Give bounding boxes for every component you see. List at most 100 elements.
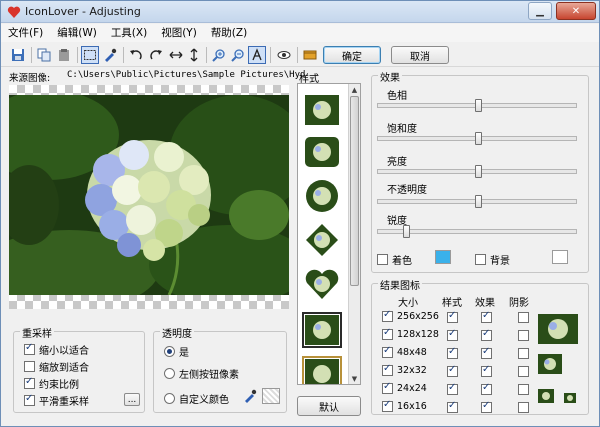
result-style-checkbox[interactable] <box>447 310 458 323</box>
transparency-yes-radio[interactable] <box>164 346 175 357</box>
zoom-in-button[interactable] <box>210 46 228 64</box>
styles-scrollbar[interactable]: ▲ ▼ <box>348 84 360 384</box>
result-shadow-checkbox[interactable] <box>518 348 529 359</box>
result-size-checkbox[interactable] <box>382 345 393 358</box>
sharpness-slider-thumb[interactable] <box>403 225 410 238</box>
brightness-slider-thumb[interactable] <box>475 165 482 178</box>
saturation-slider[interactable] <box>377 132 577 145</box>
paste-button[interactable] <box>55 46 73 64</box>
style-framed[interactable] <box>302 312 342 348</box>
result-size-checkbox[interactable] <box>382 381 393 394</box>
result-effect-checkbox[interactable] <box>481 346 492 359</box>
left-button-pixel-radio[interactable] <box>164 368 175 379</box>
constrain-proportions-checkbox[interactable] <box>24 376 35 389</box>
result-style-checkbox[interactable] <box>447 346 458 359</box>
menu-view[interactable]: 视图(Y) <box>154 24 204 42</box>
constrain-proportions-option[interactable]: 约束比例 <box>24 376 79 391</box>
scroll-thumb[interactable] <box>350 96 359 286</box>
style-framed-gold[interactable] <box>302 356 342 384</box>
result-effect-checkbox[interactable] <box>481 328 492 341</box>
scale-to-fit-checkbox[interactable] <box>24 361 35 372</box>
result-size-option[interactable]: 256x256 <box>382 309 439 322</box>
copy-button[interactable] <box>35 46 53 64</box>
background-checkbox[interactable] <box>475 254 486 265</box>
result-shadow-checkbox[interactable] <box>518 384 529 395</box>
view-button[interactable] <box>275 46 293 64</box>
minimize-button[interactable]: ▁ <box>528 2 552 20</box>
left-button-pixel-option[interactable]: 左侧按钮像素 <box>164 366 239 381</box>
result-style-checkbox[interactable] <box>447 328 458 341</box>
custom-color-radio[interactable] <box>164 393 175 404</box>
opacity-slider-thumb[interactable] <box>475 195 482 208</box>
menu-file[interactable]: 文件(F) <box>1 24 50 42</box>
result-style-checkbox[interactable] <box>447 400 458 413</box>
style-diamond[interactable] <box>302 222 342 258</box>
result-size-option[interactable]: 16x16 <box>382 399 427 412</box>
style-circle[interactable] <box>302 178 342 214</box>
style-rounded[interactable] <box>302 134 342 170</box>
colorize-option[interactable]: 着色 <box>377 252 412 267</box>
result-shadow-checkbox[interactable] <box>518 312 529 323</box>
text-button[interactable] <box>248 46 266 64</box>
smooth-resample-checkbox[interactable] <box>24 393 35 406</box>
result-effect-checkbox[interactable] <box>481 400 492 413</box>
flip-horizontal-button[interactable] <box>167 46 185 64</box>
result-size-option[interactable]: 32x32 <box>382 363 427 376</box>
shrink-to-fit-checkbox[interactable] <box>24 342 35 355</box>
style-heart[interactable] <box>302 266 342 302</box>
background-color-swatch[interactable] <box>552 250 568 264</box>
sharpness-slider[interactable] <box>377 225 577 238</box>
styles-list[interactable]: ▲ ▼ <box>297 83 361 385</box>
rotate-left-button[interactable] <box>127 46 145 64</box>
result-size-checkbox[interactable] <box>382 363 393 376</box>
result-effect-checkbox[interactable] <box>481 382 492 395</box>
opacity-slider[interactable] <box>377 195 577 208</box>
background-option[interactable]: 背景 <box>475 252 510 267</box>
result-size-option[interactable]: 24x24 <box>382 381 427 394</box>
cancel-button[interactable]: 取消 <box>391 46 449 64</box>
transparency-yes-option[interactable]: 是 <box>164 344 189 359</box>
eyedropper-button[interactable] <box>101 46 119 64</box>
saturation-slider-thumb[interactable] <box>475 132 482 145</box>
rotate-right-button[interactable] <box>147 46 165 64</box>
menu-tools[interactable]: 工具(X) <box>104 24 154 42</box>
default-style-button[interactable]: 默认 <box>297 396 361 416</box>
save-button[interactable] <box>9 46 27 64</box>
result-shadow-checkbox[interactable] <box>518 402 529 413</box>
colorize-color-swatch[interactable] <box>435 250 451 264</box>
result-size-option[interactable]: 128x128 <box>382 327 439 340</box>
ok-button[interactable]: 确定 <box>323 46 381 64</box>
smooth-resample-option[interactable]: 平滑重采样 <box>24 393 89 408</box>
result-effect-checkbox[interactable] <box>481 364 492 377</box>
colorize-checkbox[interactable] <box>377 254 388 265</box>
scroll-up-icon[interactable]: ▲ <box>349 84 360 95</box>
menu-help[interactable]: 帮助(Z) <box>204 24 254 42</box>
book-button[interactable] <box>301 46 319 64</box>
custom-color-swatch[interactable] <box>262 388 280 404</box>
result-size-checkbox[interactable] <box>382 309 393 322</box>
resample-options-button[interactable]: ... <box>124 393 140 406</box>
eyedropper-icon[interactable] <box>243 389 257 403</box>
custom-color-option[interactable]: 自定义颜色 <box>164 391 229 406</box>
close-button[interactable]: ✕ <box>556 2 596 20</box>
source-image-preview[interactable] <box>9 85 289 309</box>
select-button[interactable] <box>81 46 99 64</box>
menu-edit[interactable]: 编辑(W) <box>50 24 104 42</box>
result-style-checkbox[interactable] <box>447 382 458 395</box>
result-shadow-checkbox[interactable] <box>518 366 529 377</box>
scroll-down-icon[interactable]: ▼ <box>349 373 360 384</box>
scale-to-fit-option[interactable]: 缩放到适合 <box>24 359 89 374</box>
result-size-checkbox[interactable] <box>382 327 393 340</box>
shrink-to-fit-option[interactable]: 缩小以适合 <box>24 342 89 357</box>
result-shadow-checkbox[interactable] <box>518 330 529 341</box>
result-size-option[interactable]: 48x48 <box>382 345 427 358</box>
brightness-slider[interactable] <box>377 165 577 178</box>
style-square[interactable] <box>302 92 342 128</box>
zoom-out-button[interactable] <box>229 46 247 64</box>
hue-slider-thumb[interactable] <box>475 99 482 112</box>
result-effect-checkbox[interactable] <box>481 310 492 323</box>
result-style-checkbox[interactable] <box>447 364 458 377</box>
result-size-checkbox[interactable] <box>382 399 393 412</box>
hue-slider[interactable] <box>377 99 577 112</box>
flip-vertical-button[interactable] <box>185 46 203 64</box>
